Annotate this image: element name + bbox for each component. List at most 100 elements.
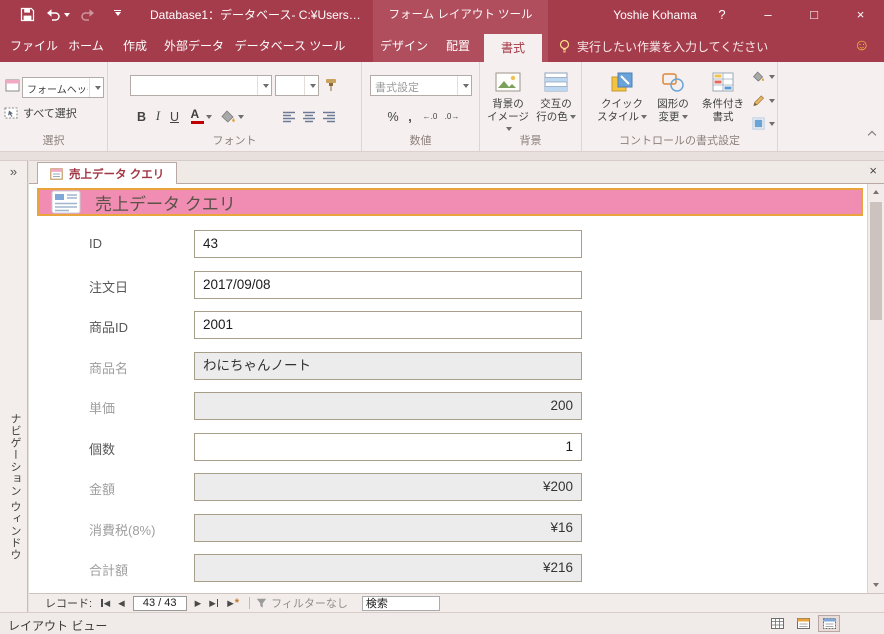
font-size-dropdown-icon[interactable] — [304, 76, 318, 95]
tab-home[interactable]: ホーム — [60, 30, 112, 62]
maximize-button[interactable]: □ — [791, 0, 837, 30]
expand-nav-pane-button[interactable]: » — [0, 161, 27, 179]
decrease-decimal-button[interactable]: .0→ — [442, 106, 462, 127]
group-label-font: フォント — [212, 135, 257, 147]
filter-status[interactable]: フィルターなし — [256, 595, 348, 611]
record-search-input[interactable] — [361, 595, 440, 611]
document-tab-sales-query[interactable]: 売上データ クエリ — [37, 162, 178, 184]
first-record-button[interactable]: ◀ — [100, 598, 110, 609]
align-right-button[interactable] — [320, 106, 338, 127]
vertical-scrollbar[interactable] — [867, 184, 884, 593]
font-name-dropdown-icon[interactable] — [257, 76, 271, 95]
increase-decimal-button[interactable]: ←.0 — [420, 106, 440, 127]
percent-style-button[interactable]: % — [384, 106, 402, 127]
object-selector-icon — [5, 79, 20, 97]
form-header-selected[interactable]: 売上データ クエリ — [37, 188, 863, 216]
field-label-amount[interactable]: 金額 — [89, 479, 115, 498]
shape-fill-button[interactable] — [752, 71, 775, 83]
close-button[interactable]: × — [837, 0, 884, 30]
field-label-total[interactable]: 合計額 — [89, 560, 128, 579]
minimize-button[interactable]: – — [745, 0, 791, 30]
field-input-id[interactable]: 43 — [194, 230, 582, 258]
field-input-tax[interactable]: ¥16 — [194, 514, 582, 542]
field-input-quantity[interactable]: 1 — [194, 433, 582, 461]
select-all-button[interactable]: すべて選択 — [4, 105, 77, 121]
format-painter-icon[interactable] — [323, 77, 339, 98]
last-glyph: ▶ — [209, 597, 216, 608]
field-input-product-name[interactable]: わにちゃんノート — [194, 352, 582, 380]
conditional-formatting-button[interactable]: 条件付き 書式 — [698, 65, 748, 139]
new-record-button[interactable]: ▶ * — [227, 598, 239, 609]
font-color-button[interactable]: A — [188, 106, 214, 127]
object-selector-combobox[interactable]: フォームヘッダー — [22, 77, 104, 98]
layout-view-button[interactable] — [818, 615, 840, 632]
tell-me-box[interactable]: 実行したい作業を入力してください — [558, 30, 768, 62]
tab-external-data[interactable]: 外部データ — [158, 30, 230, 62]
shape-outline-icon — [752, 94, 765, 107]
align-center-button[interactable] — [300, 106, 318, 127]
group-label-background: 背景 — [519, 135, 542, 147]
combobox-dropdown-icon[interactable] — [89, 78, 103, 97]
scroll-down-icon[interactable] — [868, 577, 884, 593]
collapse-ribbon-button[interactable] — [867, 125, 877, 143]
field-label-id[interactable]: ID — [89, 236, 102, 251]
save-icon[interactable] — [20, 7, 35, 22]
shape-fill-icon — [752, 71, 765, 83]
navigation-pane-collapsed[interactable]: » ナビゲーション ウィンドウ — [0, 160, 28, 612]
tab-database-tools[interactable]: データベース ツール — [230, 30, 350, 62]
number-format-combobox[interactable]: 書式設定 — [370, 75, 472, 96]
number-format-dropdown-icon[interactable] — [457, 76, 471, 95]
field-input-product-id[interactable]: 2001 — [194, 311, 582, 339]
alternate-row-color-button[interactable]: 交互の 行の色 — [533, 65, 579, 139]
field-label-quantity[interactable]: 個数 — [89, 439, 115, 458]
tab-format[interactable]: 書式 — [484, 34, 542, 62]
shape-outline-button[interactable] — [752, 94, 775, 107]
feedback-smiley-icon[interactable]: ☺ — [854, 30, 870, 62]
fill-color-button[interactable] — [218, 106, 246, 127]
scrollbar-thumb[interactable] — [870, 202, 882, 320]
quick-styles-button[interactable]: クイック スタイル — [596, 65, 648, 139]
last-record-button[interactable]: ▶ — [209, 598, 219, 609]
next-record-button[interactable]: ▶ — [195, 598, 202, 609]
change-shape-icon — [649, 68, 697, 96]
customize-quick-access-icon[interactable] — [114, 10, 121, 16]
field-label-unit-price[interactable]: 単価 — [89, 398, 115, 417]
undo-icon[interactable] — [45, 8, 61, 22]
align-left-button[interactable] — [280, 106, 298, 127]
field-input-order-date[interactable]: 2017/09/08 — [194, 271, 582, 299]
tab-file[interactable]: ファイル — [8, 30, 60, 62]
field-input-amount[interactable]: ¥200 — [194, 473, 582, 501]
account-user-name[interactable]: Yoshie Kohama — [600, 0, 710, 30]
tab-arrange[interactable]: 配置 — [436, 30, 480, 62]
field-label-product-name[interactable]: 商品名 — [89, 358, 128, 377]
change-shape-button[interactable]: 図形の 変更 — [649, 65, 697, 139]
comma-style-button[interactable]: , — [404, 106, 416, 127]
underline-button[interactable]: U — [167, 106, 182, 127]
tab-create[interactable]: 作成 — [112, 30, 158, 62]
italic-button[interactable]: I — [151, 106, 165, 127]
form-view-button[interactable] — [792, 615, 814, 632]
close-document-icon[interactable]: × — [869, 163, 877, 178]
scroll-up-icon[interactable] — [868, 184, 884, 200]
navigation-pane-title[interactable]: ナビゲーション ウィンドウ — [7, 413, 23, 561]
font-size-combobox[interactable] — [275, 75, 319, 96]
quick-styles-icon — [596, 68, 648, 96]
undo-dropdown-icon[interactable] — [64, 13, 70, 17]
field-label-tax[interactable]: 消費税(8%) — [89, 520, 155, 539]
background-image-button[interactable]: 背景の イメージ — [484, 65, 532, 139]
shape-effects-button[interactable] — [752, 117, 775, 130]
tab-design[interactable]: デザイン — [376, 30, 432, 62]
previous-record-button[interactable]: ◀ — [118, 598, 125, 609]
field-label-product-id[interactable]: 商品ID — [89, 317, 128, 336]
object-selector-value: フォームヘッダー — [27, 85, 88, 96]
title-bar: Database1：データベース- C:¥Users… フォーム レイアウト ツ… — [0, 0, 884, 30]
bold-button[interactable]: B — [134, 106, 149, 127]
datasheet-view-button[interactable] — [766, 615, 788, 632]
field-label-order-date[interactable]: 注文日 — [89, 277, 128, 296]
help-button[interactable]: ? — [708, 0, 736, 30]
field-input-unit-price[interactable]: 200 — [194, 392, 582, 420]
field-input-total[interactable]: ¥216 — [194, 554, 582, 582]
font-name-combobox[interactable] — [130, 75, 272, 96]
new-record-star: * — [234, 597, 240, 609]
record-position-input[interactable] — [132, 595, 187, 611]
